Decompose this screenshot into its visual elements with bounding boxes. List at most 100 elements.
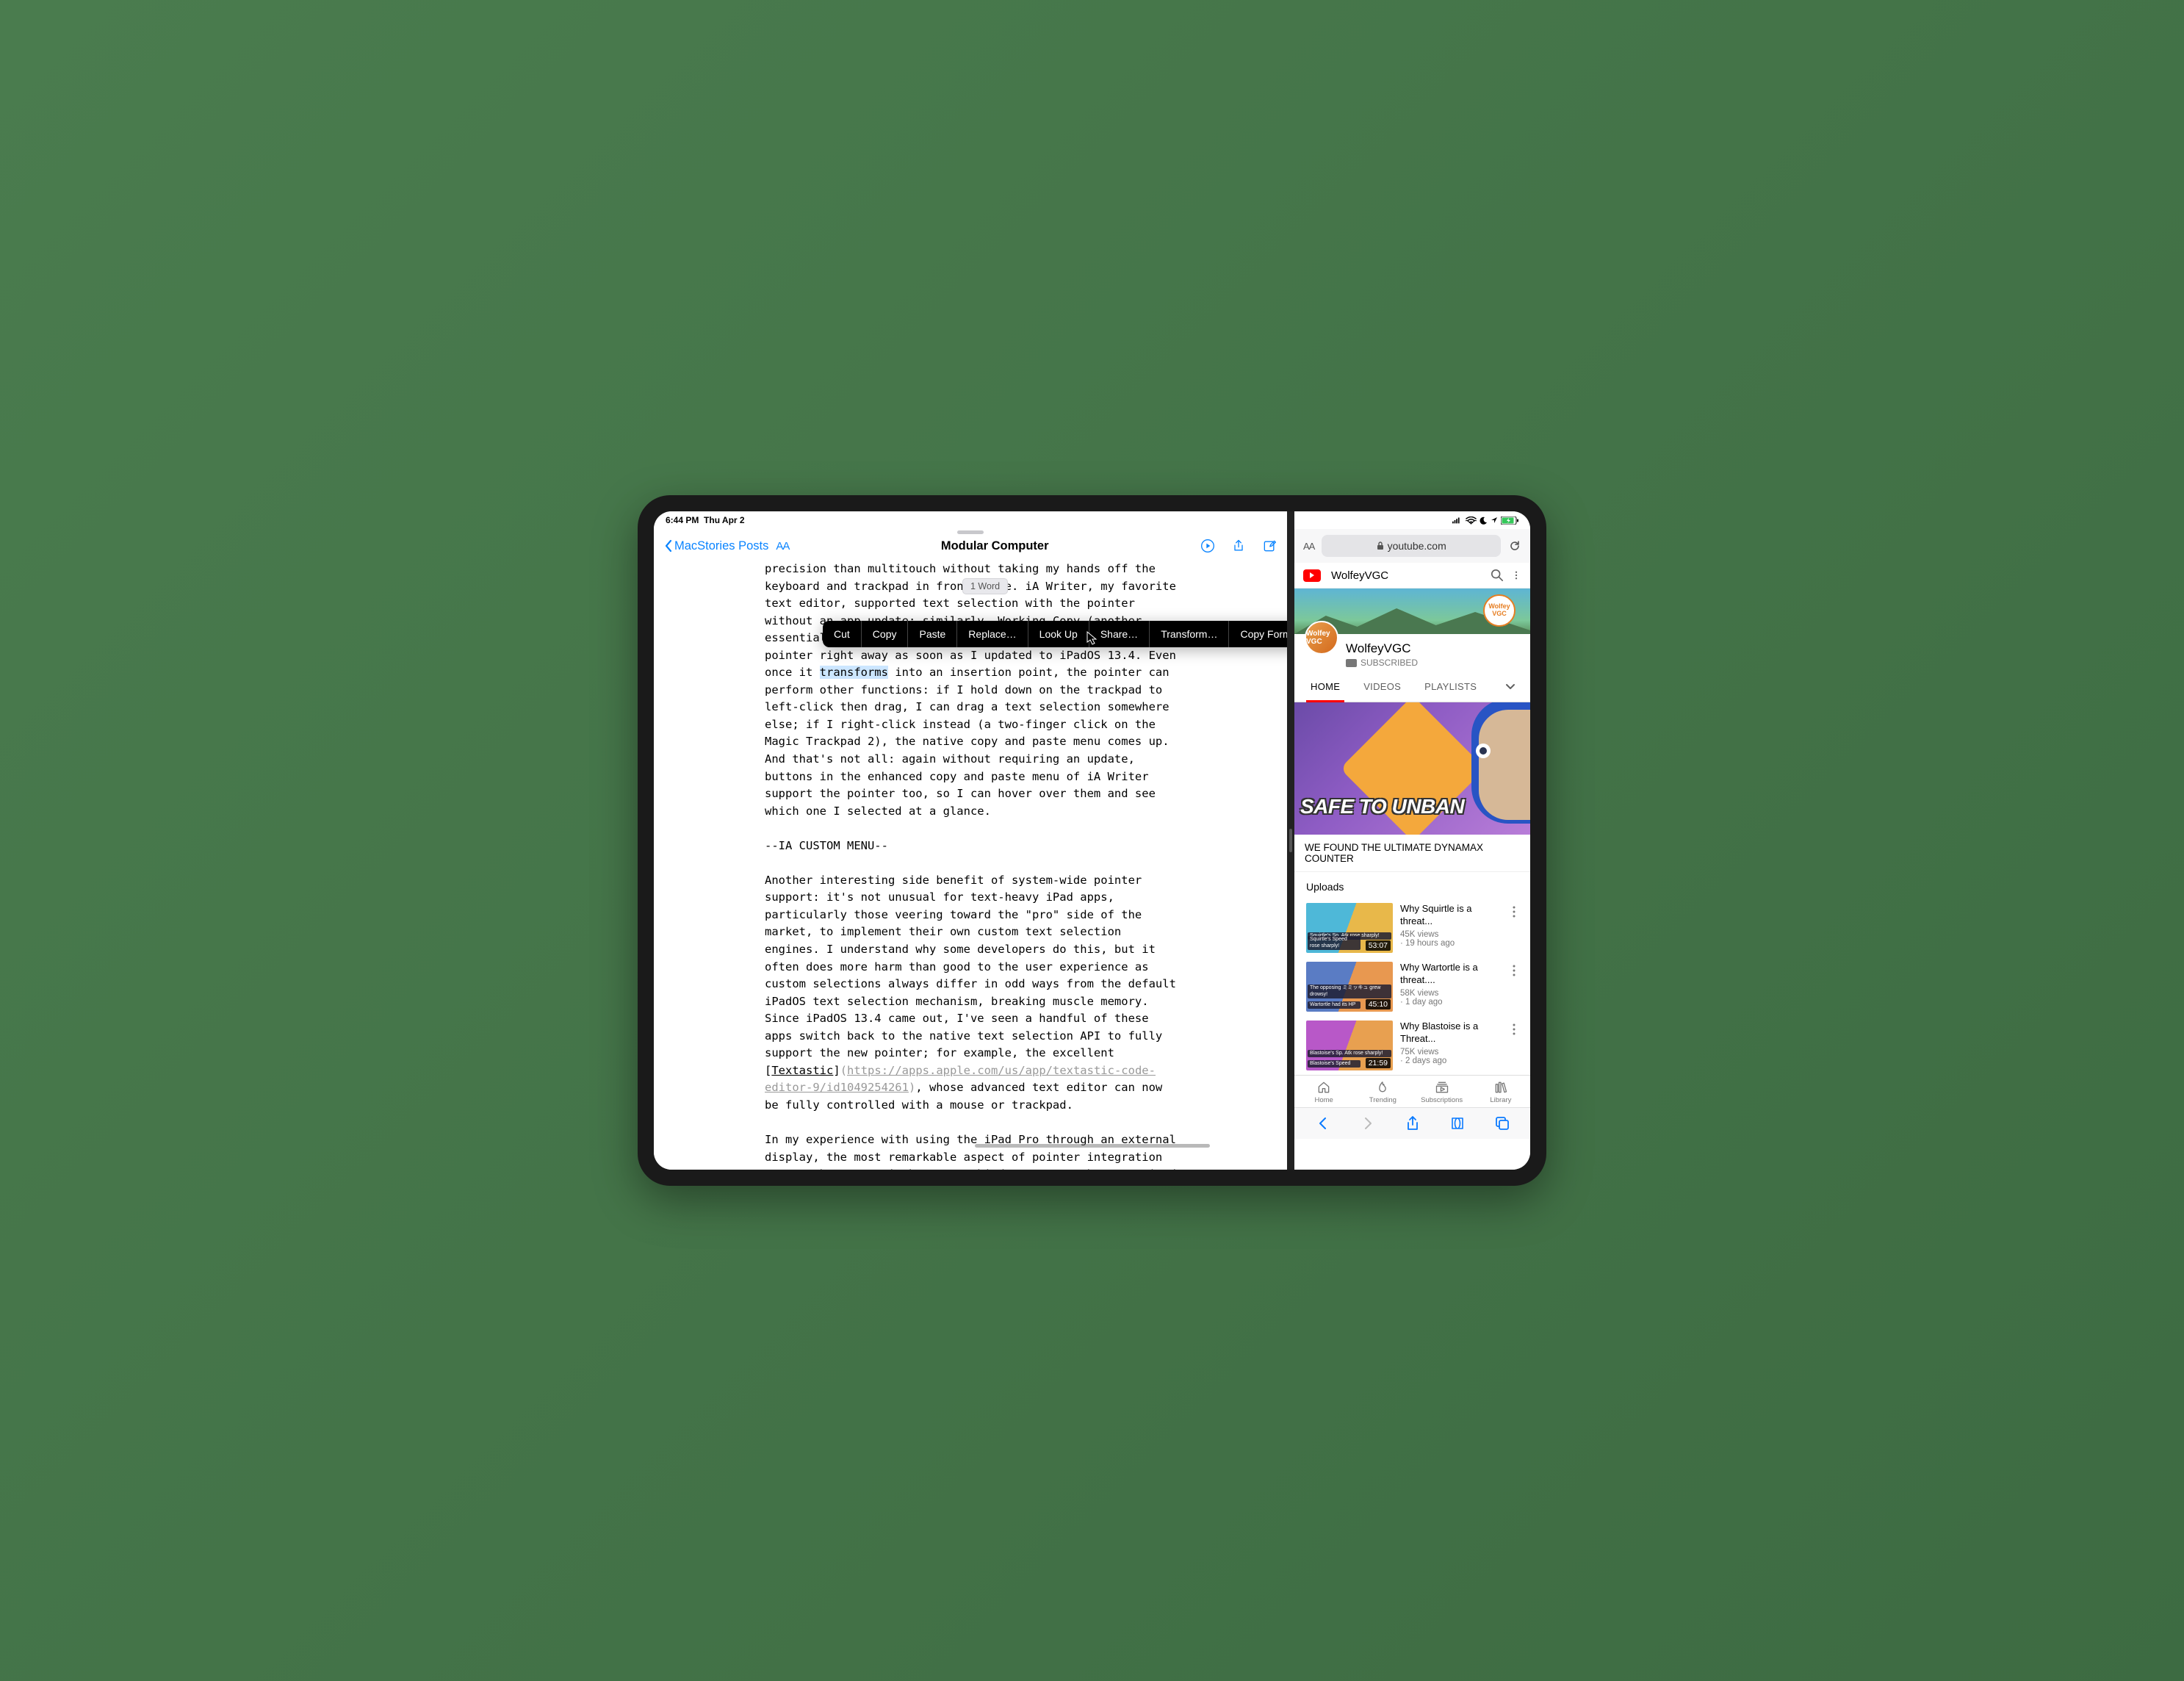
video-duration: 45:10: [1366, 999, 1391, 1009]
placeholder-marker: --IA CUSTOM MENU--: [765, 838, 1176, 855]
split-view-divider[interactable]: [1287, 511, 1294, 1170]
context-menu-share[interactable]: Share…: [1089, 621, 1150, 647]
context-menu-lookup[interactable]: Look Up: [1028, 621, 1089, 647]
tab-playlists[interactable]: PLAYLISTS: [1413, 674, 1488, 702]
play-icon[interactable]: [1200, 539, 1215, 553]
thumb-tag: The opposing ミミッキュ grew drowsy!: [1308, 985, 1391, 998]
wifi-icon: [1466, 516, 1477, 525]
featured-overlay-text: SAFE TO UNBAN: [1300, 795, 1464, 818]
dnd-icon: [1480, 516, 1488, 525]
url-text: youtube.com: [1388, 540, 1446, 552]
thumb-tag: Wartortle had its HP: [1308, 1001, 1361, 1009]
uploads-section: Uploads Squirtle's Sp. Atk rose sharply!…: [1294, 872, 1530, 1075]
context-menu-paste[interactable]: Paste: [908, 621, 957, 647]
thumb-tag: Blastoise's Sp. Atk rose sharply!: [1308, 1050, 1391, 1057]
video-thumbnail: The opposing ミミッキュ grew drowsy! Wartortl…: [1306, 962, 1393, 1012]
video-title: Why Blastoise is a Threat...: [1400, 1021, 1502, 1045]
link-text[interactable]: Textastic: [771, 1064, 833, 1077]
subscriptions-icon: [1435, 1080, 1449, 1095]
nav-trending[interactable]: Trending: [1353, 1080, 1412, 1104]
youtube-logo[interactable]: [1303, 569, 1321, 582]
video-age: 1 day ago: [1405, 998, 1443, 1007]
thumb-tag: Squirtle's Speed rose sharply!: [1308, 936, 1361, 950]
search-icon[interactable]: [1491, 569, 1504, 582]
tab-home[interactable]: HOME: [1299, 674, 1352, 702]
ipad-frame: 6:44 PM Thu Apr 2 MacStories Posts AA Mo…: [638, 495, 1546, 1186]
channel-avatar[interactable]: Wolfey VGC: [1305, 621, 1338, 655]
editor-text[interactable]: precision than multitouch without taking…: [765, 561, 1176, 1170]
signal-icon: [1452, 516, 1463, 524]
status-time-date: 6:44 PM Thu Apr 2: [666, 515, 745, 525]
video-thumbnail: Blastoise's Sp. Atk rose sharply! Blasto…: [1306, 1021, 1393, 1070]
video-duration: 53:07: [1366, 940, 1391, 951]
editor-body[interactable]: 1 Word Cut Copy Paste Replace… Look Up S…: [654, 561, 1287, 1170]
video-age: 19 hours ago: [1405, 939, 1455, 948]
subscribed-label: SUBSCRIBED: [1361, 658, 1418, 668]
nav-subscriptions[interactable]: Subscriptions: [1413, 1080, 1471, 1104]
video-views: 58K views: [1400, 989, 1438, 998]
featured-video-title[interactable]: WE FOUND THE ULTIMATE DYNAMAX COUNTER: [1294, 835, 1530, 872]
more-vert-icon[interactable]: [1511, 569, 1521, 582]
home-icon: [1316, 1080, 1331, 1095]
paragraph-4: In my experience with using the iPad Pro…: [765, 1131, 1176, 1170]
share-icon[interactable]: [1231, 539, 1246, 553]
safari-text-size-button[interactable]: AA: [1303, 541, 1314, 552]
channel-info: Wolfey VGC WolfeyVGC SUBSCRIBED: [1294, 634, 1530, 674]
battery-icon: [1501, 516, 1518, 525]
context-menu-copyformatted[interactable]: Copy Formatted: [1229, 621, 1287, 647]
status-date: Thu Apr 2: [704, 515, 745, 525]
text-size-button[interactable]: AA: [776, 540, 789, 552]
context-menu-replace[interactable]: Replace…: [957, 621, 1028, 647]
safari-back-icon[interactable]: [1315, 1115, 1331, 1131]
thumb-tag: Blastoise's Speed: [1308, 1060, 1361, 1068]
tab-videos[interactable]: VIDEOS: [1352, 674, 1413, 702]
safari-share-icon[interactable]: [1405, 1115, 1421, 1131]
back-label: MacStories Posts: [674, 539, 768, 553]
channel-name: WolfeyVGC: [1346, 641, 1520, 656]
subscribed-icon: [1346, 659, 1357, 667]
pointer-cursor-icon: [1086, 631, 1098, 646]
youtube-page-title: WolfeyVGC: [1328, 569, 1483, 582]
safari-app: AA youtube.com WolfeyVGC Wolfey VGC: [1294, 511, 1530, 1170]
chevron-left-icon: [664, 539, 673, 552]
video-menu-button[interactable]: [1510, 903, 1518, 924]
video-item[interactable]: Squirtle's Sp. Atk rose sharply! Squirtl…: [1294, 899, 1530, 957]
back-button[interactable]: MacStories Posts: [664, 539, 768, 553]
document-title: Modular Computer: [796, 539, 1193, 553]
nav-home[interactable]: Home: [1294, 1080, 1353, 1104]
video-duration: 21:59: [1366, 1058, 1391, 1068]
tab-more[interactable]: [1495, 674, 1526, 702]
video-menu-button[interactable]: [1510, 1021, 1518, 1042]
library-icon: [1493, 1080, 1508, 1095]
editor-toolbar: MacStories Posts AA Modular Computer: [654, 534, 1287, 561]
more-vert-icon: [1513, 965, 1516, 976]
safari-bookmarks-icon[interactable]: [1449, 1115, 1466, 1131]
context-menu-copy[interactable]: Copy: [862, 621, 909, 647]
banner-badge: Wolfey VGC: [1483, 594, 1516, 627]
safari-tabs-icon[interactable]: [1494, 1115, 1510, 1131]
url-field[interactable]: youtube.com: [1322, 535, 1501, 557]
editor-app: 6:44 PM Thu Apr 2 MacStories Posts AA Mo…: [654, 511, 1287, 1170]
more-vert-icon: [1513, 1023, 1516, 1035]
channel-tabs: HOME VIDEOS PLAYLISTS: [1294, 674, 1530, 702]
status-bar-right: [1294, 511, 1530, 529]
paragraph-3-a: Another interesting side benefit of syst…: [765, 874, 1176, 1059]
reload-icon[interactable]: [1508, 539, 1521, 552]
word-count-tooltip: 1 Word: [962, 578, 1008, 594]
video-item[interactable]: Blastoise's Sp. Atk rose sharply! Blasto…: [1294, 1016, 1530, 1075]
home-indicator[interactable]: [975, 1144, 1210, 1148]
context-menu-transform[interactable]: Transform…: [1150, 621, 1229, 647]
video-item[interactable]: The opposing ミミッキュ grew drowsy! Wartortl…: [1294, 957, 1530, 1016]
lock-icon: [1377, 541, 1384, 550]
status-bar-left: 6:44 PM Thu Apr 2: [654, 511, 1287, 529]
video-views: 75K views: [1400, 1048, 1438, 1057]
paragraph-1-b: into an insertion point, the pointer can…: [765, 666, 1170, 817]
context-menu-cut[interactable]: Cut: [823, 621, 862, 647]
nav-library[interactable]: Library: [1471, 1080, 1530, 1104]
ipad-screen: 6:44 PM Thu Apr 2 MacStories Posts AA Mo…: [654, 511, 1530, 1170]
subscribe-button[interactable]: SUBSCRIBED: [1346, 658, 1520, 668]
featured-video-thumb[interactable]: SAFE TO UNBAN: [1294, 702, 1530, 835]
youtube-header: WolfeyVGC: [1294, 563, 1530, 588]
video-menu-button[interactable]: [1510, 962, 1518, 983]
compose-icon[interactable]: [1262, 539, 1277, 553]
